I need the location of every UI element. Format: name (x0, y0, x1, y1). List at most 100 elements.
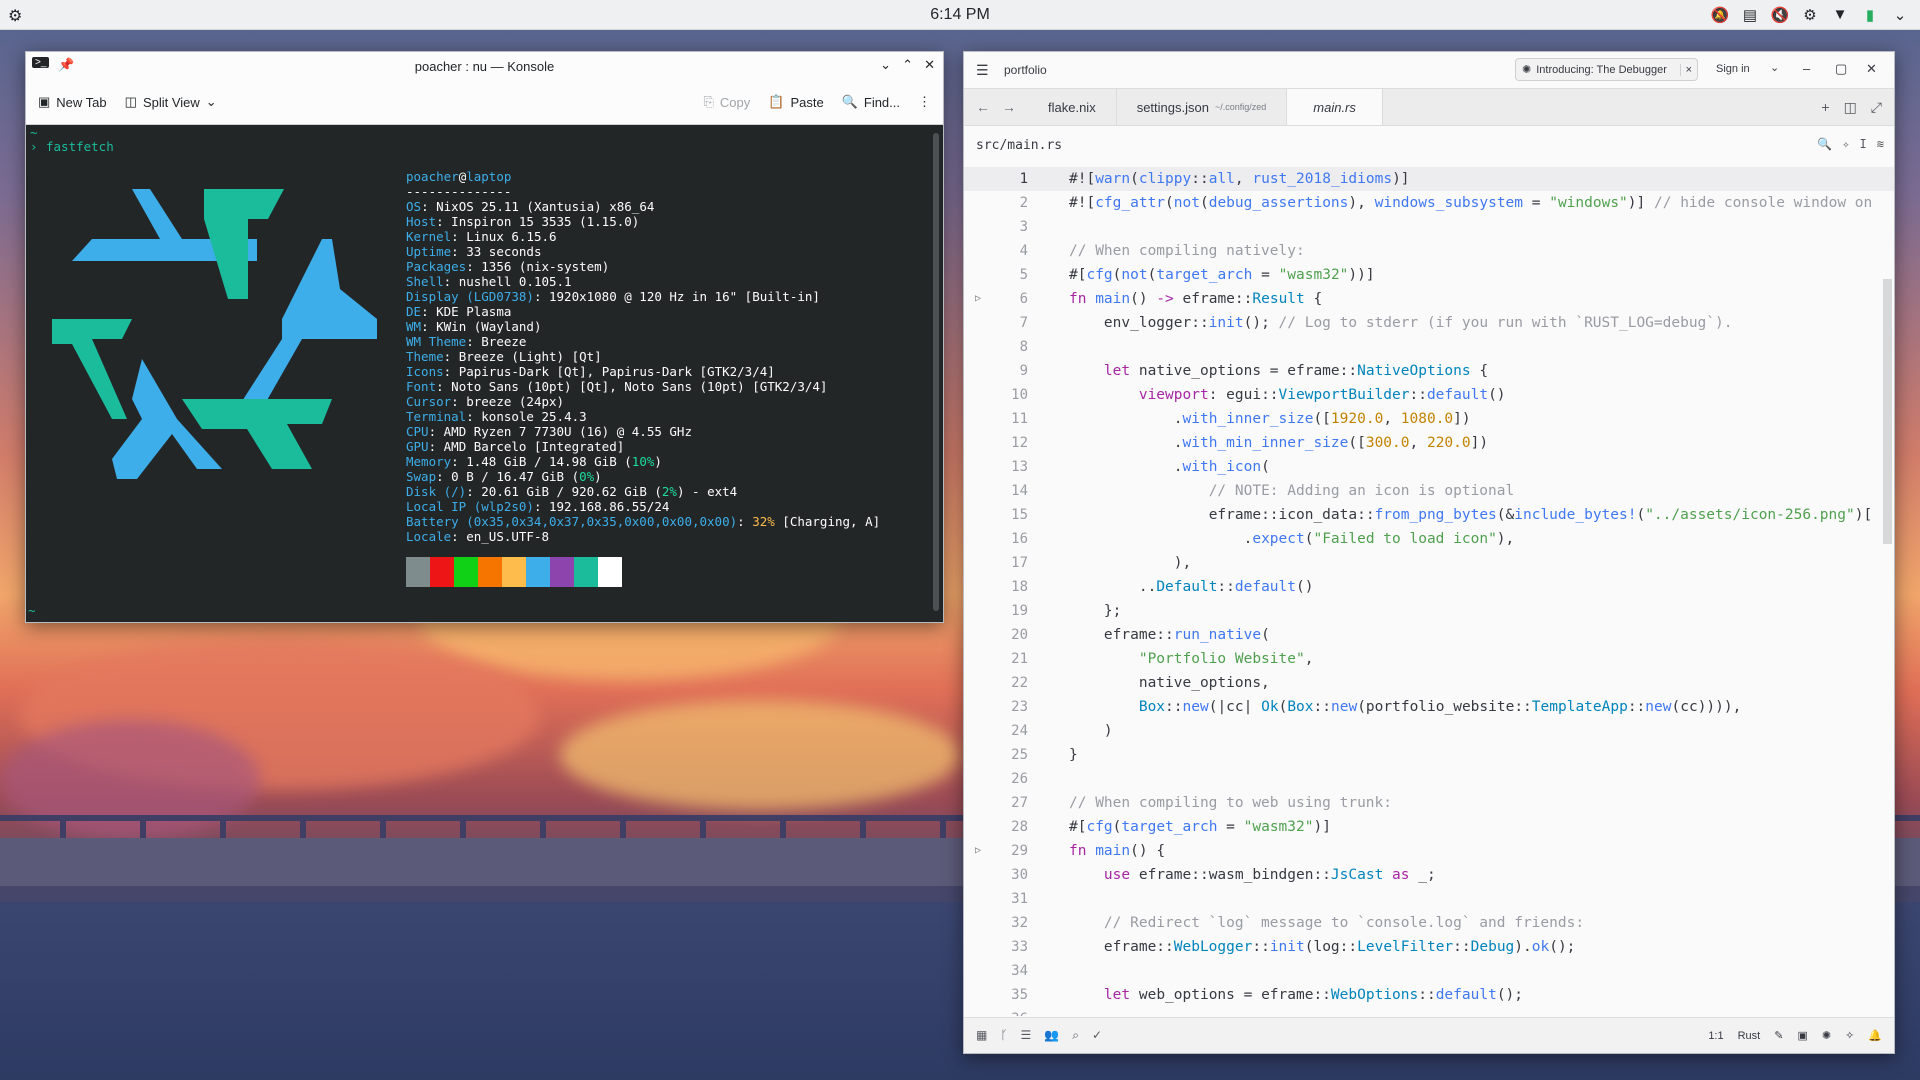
code-line[interactable]: 13 .with_icon( (964, 455, 1894, 479)
code-line[interactable]: 20 eframe::run_native( (964, 623, 1894, 647)
project-panel-icon[interactable]: ▦ (976, 1028, 987, 1043)
fold-toggle-icon[interactable]: ▷ (975, 839, 981, 863)
code-line[interactable]: 15 eframe::icon_data::from_png_bytes(&in… (964, 503, 1894, 527)
cursor-position[interactable]: 1:1 (1708, 1030, 1723, 1042)
code-line[interactable]: 5 #[cfg(not(target_arch = "wasm32"))] (964, 263, 1894, 287)
code-line[interactable]: 29 ▷ fn main() { (964, 839, 1894, 863)
plus-icon[interactable]: + (1821, 99, 1829, 115)
assistant-icon[interactable]: ✧ (1845, 1029, 1854, 1042)
code-line[interactable]: 23 Box::new(|cc| Ok(Box::new(portfolio_w… (964, 695, 1894, 719)
code-line[interactable]: 35 let web_options = eframe::WebOptions:… (964, 983, 1894, 1007)
code-line[interactable]: 18 ..Default::default() (964, 575, 1894, 599)
debugger-banner[interactable]: ✺ Introducing: The Debugger × (1515, 58, 1698, 81)
copy-button[interactable]: ⎘ Copy (703, 94, 750, 110)
clock[interactable]: 6:14 PM (0, 6, 1920, 24)
minimize-button[interactable]: ⌄ (880, 57, 891, 73)
terminal-icon[interactable]: ▣ (1797, 1029, 1807, 1042)
code-line[interactable]: 28 #[cfg(target_arch = "wasm32")] (964, 815, 1894, 839)
forward-arrow-icon[interactable]: → (1002, 99, 1016, 115)
expand-icon[interactable]: ⤢ (1871, 99, 1882, 116)
vertical-scrollbar[interactable] (1883, 279, 1892, 544)
chevron-down-icon[interactable]: ⌄ (1890, 6, 1910, 24)
split-view-button[interactable]: ◫ Split View ⌄ (125, 94, 217, 110)
code-line[interactable]: 32 // Redirect `log` message to `console… (964, 911, 1894, 935)
fold-toggle-icon[interactable]: ▷ (975, 287, 981, 311)
back-arrow-icon[interactable]: ← (976, 99, 990, 115)
code-line[interactable]: 33 eframe::WebLogger::init(log::LevelFil… (964, 935, 1894, 959)
code-editor[interactable]: 3635 let web_options = eframe::WebOption… (964, 164, 1894, 1016)
code-line[interactable]: 2 #![cfg_attr(not(debug_assertions), wind… (964, 191, 1894, 215)
code-line[interactable]: 25} (964, 743, 1894, 767)
settings-icon[interactable]: ⚙ (1800, 6, 1820, 24)
tab-bar: ← → flake.nix settings.json ~/.config/zed… (964, 89, 1894, 126)
wifi-icon[interactable]: ▼ (1830, 6, 1850, 24)
volume-muted-icon[interactable]: 🔇 (1770, 6, 1790, 24)
terminal-scrollbar[interactable] (933, 133, 939, 611)
tab-settings-json[interactable]: settings.json ~/.config/zed (1117, 89, 1288, 125)
chevron-down-icon[interactable]: ⌄ (1770, 61, 1779, 74)
cursor-icon[interactable]: I (1860, 137, 1867, 151)
hamburger-menu-button[interactable]: ⋮ (918, 94, 931, 110)
zed-titlebar[interactable]: ☰ portfolio ✺ Introducing: The Debugger … (964, 52, 1894, 89)
maximize-button[interactable]: ⌃ (902, 57, 913, 73)
code-line[interactable]: 27 // When compiling to web using trunk: (964, 791, 1894, 815)
find-button[interactable]: 🔍 Find... (842, 94, 900, 110)
user-host-line: poacher@laptop (406, 169, 880, 184)
info-key: GPU (406, 439, 429, 454)
tab-flake-nix[interactable]: flake.nix (1028, 89, 1117, 125)
code-line[interactable]: 12 .with_min_inner_size([300.0, 220.0]) (964, 431, 1894, 455)
split-pane-icon[interactable]: ◫ (1844, 99, 1857, 116)
code-line[interactable]: 30 use eframe::wasm_bindgen::JsCast as _… (964, 863, 1894, 887)
code-line[interactable]: 6 ▷ fn main() -> eframe::Result { (964, 287, 1894, 311)
code-line[interactable]: 14 // NOTE: Adding an icon is optional (964, 479, 1894, 503)
konsole-titlebar[interactable]: >_ 📌 poacher : nu — Konsole ⌄ ⌃ ✕ (26, 52, 943, 80)
paste-button[interactable]: 📋 Paste (768, 94, 823, 110)
code-line[interactable]: 21 "Portfolio Website", (964, 647, 1894, 671)
diagnostics-check-icon[interactable]: ✓ (1092, 1028, 1102, 1043)
code-line[interactable]: 8 (964, 335, 1894, 359)
tab-main-rs[interactable]: main.rs (1287, 89, 1383, 125)
code-line[interactable]: 17 ), (964, 551, 1894, 575)
clipboard-icon[interactable]: ▤ (1740, 6, 1760, 24)
minimize-button[interactable]: – (1803, 61, 1810, 76)
collab-icon[interactable]: 👥 (1044, 1028, 1059, 1043)
language-selector[interactable]: Rust (1738, 1030, 1761, 1042)
code-line[interactable]: 34 (964, 959, 1894, 983)
code-line[interactable]: 9 let native_options = eframe::NativeOpt… (964, 359, 1894, 383)
code-line[interactable]: 26 (964, 767, 1894, 791)
notifications-icon[interactable]: 🔔 (1868, 1029, 1882, 1042)
terminal-view[interactable]: ~ › fastfetch poacher@laptop ------------… (26, 125, 943, 622)
code-line[interactable]: 31 (964, 887, 1894, 911)
sliders-icon[interactable]: ≋ (1877, 137, 1884, 151)
close-button[interactable]: ✕ (1866, 61, 1877, 77)
hamburger-menu-icon[interactable]: ☰ (976, 62, 989, 79)
outline-icon[interactable]: ☰ (1021, 1028, 1032, 1043)
debug-icon[interactable]: ✺ (1822, 1029, 1831, 1042)
code-line[interactable]: 4 // When compiling natively: (964, 239, 1894, 263)
edit-prediction-icon[interactable]: ✎ (1774, 1029, 1783, 1042)
new-tab-button[interactable]: ▣ New Tab (38, 94, 107, 110)
close-button[interactable]: ✕ (924, 57, 935, 73)
code-line[interactable]: 10 viewport: egui::ViewportBuilder::defa… (964, 383, 1894, 407)
sparkle-icon[interactable]: ✧ (1842, 137, 1849, 151)
search-icon[interactable]: 🔍 (1817, 137, 1832, 151)
sign-in-button[interactable]: Sign in (1716, 63, 1750, 75)
code-line[interactable]: 7 env_logger::init(); // Log to stderr (… (964, 311, 1894, 335)
code-line[interactable]: 24 ) (964, 719, 1894, 743)
code-line[interactable]: 3 (964, 215, 1894, 239)
breadcrumb-path[interactable]: src/main.rs (976, 138, 1062, 153)
code-line[interactable]: 11 .with_inner_size([1920.0, 1080.0]) (964, 407, 1894, 431)
close-banner-icon[interactable]: × (1679, 63, 1697, 76)
git-branch-icon[interactable]: ᚴ (1000, 1028, 1007, 1043)
search-icon[interactable]: ⌕ (1072, 1028, 1079, 1043)
project-name[interactable]: portfolio (1004, 63, 1047, 77)
code-line[interactable]: 16 .expect("Failed to load icon"), (964, 527, 1894, 551)
maximize-button[interactable]: ▢ (1835, 61, 1847, 77)
code-line[interactable]: 19 }; (964, 599, 1894, 623)
code-line[interactable]: 1 #![warn(clippy::all, rust_2018_idioms)] (964, 167, 1894, 191)
notifications-muted-icon[interactable]: 🔕 (1710, 6, 1730, 24)
code-line[interactable]: 22 native_options, (964, 671, 1894, 695)
palette-swatch (478, 557, 502, 587)
code-line[interactable]: 36 (964, 1007, 1894, 1016)
battery-icon[interactable]: ▮ (1860, 6, 1880, 24)
